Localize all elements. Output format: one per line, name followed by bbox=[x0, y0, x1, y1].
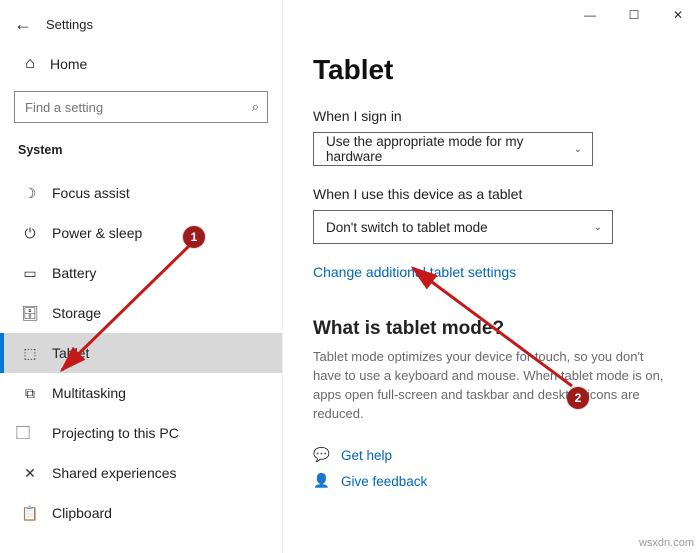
nav-list: ☽ Focus assist ⏻ Power & sleep ▭ Battery… bbox=[0, 173, 282, 553]
sidebar: ← Settings ⌂ Home ⌕ System ☽ Focus assis… bbox=[0, 0, 283, 553]
annotation-badge-2: 2 bbox=[567, 387, 589, 409]
search-field[interactable] bbox=[25, 100, 252, 115]
search-icon: ⌕ bbox=[252, 99, 259, 115]
sidebar-item-label: Shared experiences bbox=[52, 465, 177, 481]
page-title: Tablet bbox=[313, 54, 670, 86]
close-button[interactable]: ✕ bbox=[656, 0, 700, 30]
sidebar-item-label: Power & sleep bbox=[52, 225, 142, 241]
home-icon: ⌂ bbox=[22, 55, 38, 73]
sidebar-item-projecting[interactable]: ⃞ Projecting to this PC bbox=[0, 413, 282, 453]
storage-icon: 🗄 bbox=[22, 305, 38, 321]
back-icon[interactable]: ← bbox=[14, 14, 32, 35]
sidebar-item-label: Storage bbox=[52, 305, 101, 321]
sign-in-label: When I sign in bbox=[313, 108, 670, 124]
window-title: Settings bbox=[46, 17, 93, 32]
battery-icon: ▭ bbox=[22, 265, 38, 281]
search-input[interactable]: ⌕ bbox=[14, 91, 268, 123]
annotation-badge-1: 1 bbox=[183, 226, 205, 248]
what-is-description: Tablet mode optimizes your device for to… bbox=[313, 348, 670, 423]
chevron-down-icon: ⌄ bbox=[594, 222, 602, 233]
sidebar-item-storage[interactable]: 🗄 Storage bbox=[0, 293, 282, 333]
sidebar-item-label: Clipboard bbox=[52, 505, 112, 521]
focus-assist-icon: ☽ bbox=[22, 185, 38, 201]
sidebar-item-shared-experiences[interactable]: ✕ Shared experiences bbox=[0, 453, 282, 493]
sidebar-item-label: Battery bbox=[52, 265, 96, 281]
chevron-down-icon: ⌄ bbox=[574, 144, 582, 155]
sidebar-item-multitasking[interactable]: ⧉ Multitasking bbox=[0, 373, 282, 413]
sidebar-item-label: Multitasking bbox=[52, 385, 126, 401]
sidebar-item-label: Tablet bbox=[52, 345, 89, 361]
minimize-button[interactable]: — bbox=[568, 0, 612, 30]
watermark: wsxdn.com bbox=[639, 537, 694, 549]
section-label: System bbox=[0, 139, 282, 173]
content-pane: — ☐ ✕ Tablet When I sign in Use the appr… bbox=[283, 0, 700, 553]
tablet-icon: ⬚ bbox=[22, 345, 38, 361]
feedback-icon: 👤 bbox=[313, 473, 329, 489]
tablet-use-dropdown[interactable]: Don't switch to tablet mode ⌄ bbox=[313, 210, 613, 244]
sidebar-item-battery[interactable]: ▭ Battery bbox=[0, 253, 282, 293]
give-feedback-link[interactable]: Give feedback bbox=[341, 474, 427, 489]
power-sleep-icon: ⏻ bbox=[22, 225, 38, 241]
sidebar-item-home[interactable]: ⌂ Home bbox=[0, 47, 282, 81]
home-label: Home bbox=[50, 56, 87, 72]
clipboard-icon: 📋 bbox=[22, 505, 38, 521]
sidebar-item-label: Focus assist bbox=[52, 185, 130, 201]
sidebar-item-power-sleep[interactable]: ⏻ Power & sleep bbox=[0, 213, 282, 253]
tablet-use-value: Don't switch to tablet mode bbox=[326, 220, 488, 235]
multitasking-icon: ⧉ bbox=[22, 385, 38, 401]
sidebar-item-tablet[interactable]: ⬚ Tablet bbox=[0, 333, 282, 373]
what-is-heading: What is tablet mode? bbox=[313, 318, 670, 340]
sidebar-item-label: Projecting to this PC bbox=[52, 425, 179, 441]
sidebar-item-focus-assist[interactable]: ☽ Focus assist bbox=[0, 173, 282, 213]
maximize-button[interactable]: ☐ bbox=[612, 0, 656, 30]
sign-in-value: Use the appropriate mode for my hardware bbox=[326, 134, 574, 164]
help-icon: 💬 bbox=[313, 447, 329, 463]
get-help-link[interactable]: Get help bbox=[341, 448, 392, 463]
give-feedback-row[interactable]: 👤 Give feedback bbox=[313, 473, 670, 489]
header: ← Settings bbox=[0, 0, 282, 45]
projecting-icon: ⃞ bbox=[22, 425, 38, 441]
window-controls: — ☐ ✕ bbox=[568, 0, 700, 30]
tablet-use-label: When I use this device as a tablet bbox=[313, 186, 670, 202]
sidebar-item-clipboard[interactable]: 📋 Clipboard bbox=[0, 493, 282, 533]
get-help-row[interactable]: 💬 Get help bbox=[313, 447, 670, 463]
shared-experiences-icon: ✕ bbox=[22, 465, 38, 481]
sign-in-dropdown[interactable]: Use the appropriate mode for my hardware… bbox=[313, 132, 593, 166]
additional-settings-link[interactable]: Change additional tablet settings bbox=[313, 264, 516, 280]
